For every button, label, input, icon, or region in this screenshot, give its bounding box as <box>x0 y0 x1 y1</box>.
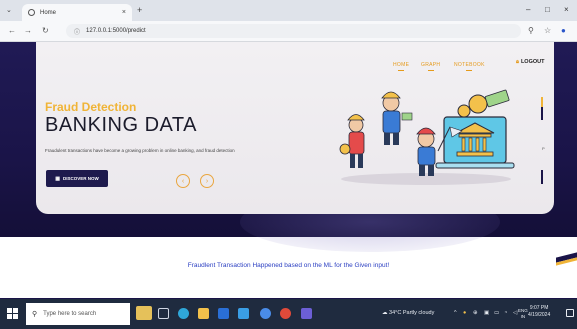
nav-underline <box>427 70 434 71</box>
nav-underline <box>466 70 473 71</box>
tray-chevron-icon[interactable]: ^ <box>454 310 457 316</box>
clock[interactable]: 9:07 PM 4/19/2024 <box>528 305 550 319</box>
nav-underline <box>398 70 405 71</box>
chrome-icon[interactable] <box>260 308 271 319</box>
prediction-result-message: Fraudlent Transaction Happened based on … <box>187 262 390 269</box>
globe-icon <box>28 9 35 16</box>
carousel-next-button[interactable]: › <box>200 174 214 188</box>
discover-button-label: DISCOVER NOW <box>62 176 99 181</box>
microsoft-store-icon[interactable] <box>218 308 229 319</box>
file-explorer-icon[interactable] <box>198 308 209 319</box>
language-indicator[interactable]: ENG IN <box>518 308 528 320</box>
tray-app-icon[interactable]: ● <box>463 310 466 316</box>
search-icon: ⚲ <box>32 311 38 318</box>
logout-link[interactable]: 🔒︎ LOGOUT <box>516 59 544 66</box>
slide-indicator-letter: P <box>542 146 545 151</box>
forward-arrow-icon[interactable]: → <box>24 26 32 35</box>
nav-notebook-label: NOTEBOOK <box>454 62 485 68</box>
lock-icon: 🔒︎ <box>516 59 519 65</box>
nav-item-graph[interactable]: GRAPH <box>421 62 440 71</box>
tray-network-icon[interactable]: ⊕ <box>473 310 478 316</box>
tab-search-icon[interactable]: ⌄ <box>6 6 12 14</box>
nav-item-home[interactable]: HOME <box>393 62 409 71</box>
tab-title: Home <box>40 9 57 16</box>
app-icon[interactable] <box>280 308 291 319</box>
site-info-icon[interactable]: ⓘ <box>74 27 80 36</box>
notification-icon[interactable] <box>566 309 574 317</box>
discover-now-button[interactable]: ▦ DISCOVER NOW <box>46 170 108 187</box>
nav-item-notebook[interactable]: NOTEBOOK <box>454 62 485 71</box>
task-view-icon[interactable] <box>158 308 169 319</box>
taskbar-search-box[interactable]: ⚲ Type here to search <box>26 303 130 325</box>
profile-icon[interactable]: ● <box>561 26 566 35</box>
url-text: 127.0.0.1:5000/predict <box>86 28 146 34</box>
close-window-button[interactable]: × <box>564 5 569 14</box>
url-input[interactable]: ⓘ 127.0.0.1:5000/predict <box>66 24 521 38</box>
tab-close-button[interactable]: × <box>122 9 126 16</box>
clock-time: 9:07 PM <box>529 305 549 311</box>
tray-display-icon[interactable]: ▣ <box>484 310 489 316</box>
web-page: HOME GRAPH NOTEBOOK 🔒︎ LOGOUT Fraud Detec… <box>0 42 577 299</box>
weather-text: 34°C Partly cloudy <box>389 310 435 316</box>
hero-description: Fraudulent transactions have become a gr… <box>45 148 235 153</box>
windows-start-icon[interactable] <box>7 308 19 320</box>
weather-icon: ☁ <box>382 310 388 316</box>
search-placeholder: Type here to search <box>43 311 97 317</box>
logout-label: LOGOUT <box>520 59 545 65</box>
hero-card: HOME GRAPH NOTEBOOK 🔒︎ LOGOUT Fraud Detec… <box>36 42 554 214</box>
nav-home-label: HOME <box>393 62 410 68</box>
zoom-icon[interactable]: ⚲ <box>528 26 534 35</box>
slide-indicator-bar <box>541 106 543 120</box>
volume-icon[interactable]: ◁ <box>513 310 517 316</box>
hero-subtitle: Fraud Detection <box>45 100 137 114</box>
browser-tab-home[interactable]: Home × <box>22 4 132 21</box>
bank-illustration <box>339 89 515 185</box>
clock-date: 4/19/2024 <box>528 312 551 318</box>
weather-widget[interactable]: ☁ 34°C Partly cloudy <box>382 310 434 316</box>
back-arrow-icon[interactable]: ← <box>8 26 16 35</box>
wifi-icon[interactable]: ◔ <box>504 310 507 316</box>
nav-graph-label: GRAPH <box>421 62 441 68</box>
battery-icon[interactable]: ▭ <box>494 310 499 316</box>
next-arrow-icon: › <box>205 177 209 185</box>
bookmark-star-icon[interactable]: ☆ <box>544 26 551 35</box>
prev-arrow-icon: ‹ <box>181 177 185 185</box>
maximize-button[interactable]: □ <box>545 5 550 14</box>
browser-tab-strip: ⌄ Home × + – □ × <box>0 0 577 21</box>
slide-indicator-bar[interactable] <box>541 170 543 184</box>
hero-title: BANKING DATA <box>45 114 197 136</box>
app-icon-2[interactable] <box>301 308 312 319</box>
bank-icon: ▦ <box>55 175 60 182</box>
minimize-button[interactable]: – <box>526 5 530 14</box>
new-tab-button[interactable]: + <box>137 5 142 15</box>
address-toolbar: ← → ↻ ⓘ 127.0.0.1:5000/predict ⚲ ☆ ● <box>0 21 577 42</box>
mail-icon[interactable] <box>238 308 249 319</box>
widgets-icon[interactable] <box>136 306 152 320</box>
edge-browser-icon[interactable] <box>178 308 189 319</box>
slide-indicator-active[interactable] <box>541 97 543 107</box>
windows-taskbar: ⚲ Type here to search ☁ 34°C Partly clou… <box>0 299 577 329</box>
carousel-prev-button[interactable]: ‹ <box>176 174 190 188</box>
reload-icon[interactable]: ↻ <box>42 26 49 35</box>
